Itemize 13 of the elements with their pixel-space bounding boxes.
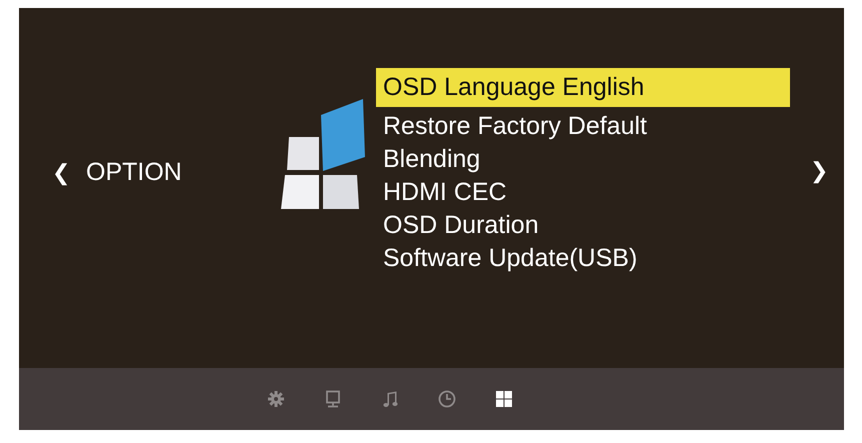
menu-item[interactable]: Restore Factory Default [376, 110, 790, 143]
menu-item[interactable]: OSD Duration [376, 209, 790, 242]
grid-icon[interactable] [495, 390, 513, 408]
next-arrow[interactable]: ❯ [810, 158, 828, 184]
clock-icon[interactable] [438, 390, 456, 408]
menu-item[interactable]: HDMI CEC [376, 176, 790, 209]
menu-title: OPTION [86, 158, 182, 187]
menu-item[interactable]: Software Update(USB) [376, 242, 790, 275]
monitor-icon[interactable] [324, 390, 342, 408]
menu-item[interactable]: OSD Language English [376, 68, 790, 107]
music-icon[interactable] [381, 390, 399, 408]
menu-item[interactable]: Blending [376, 143, 790, 176]
back-arrow[interactable]: ❮ [52, 160, 70, 186]
